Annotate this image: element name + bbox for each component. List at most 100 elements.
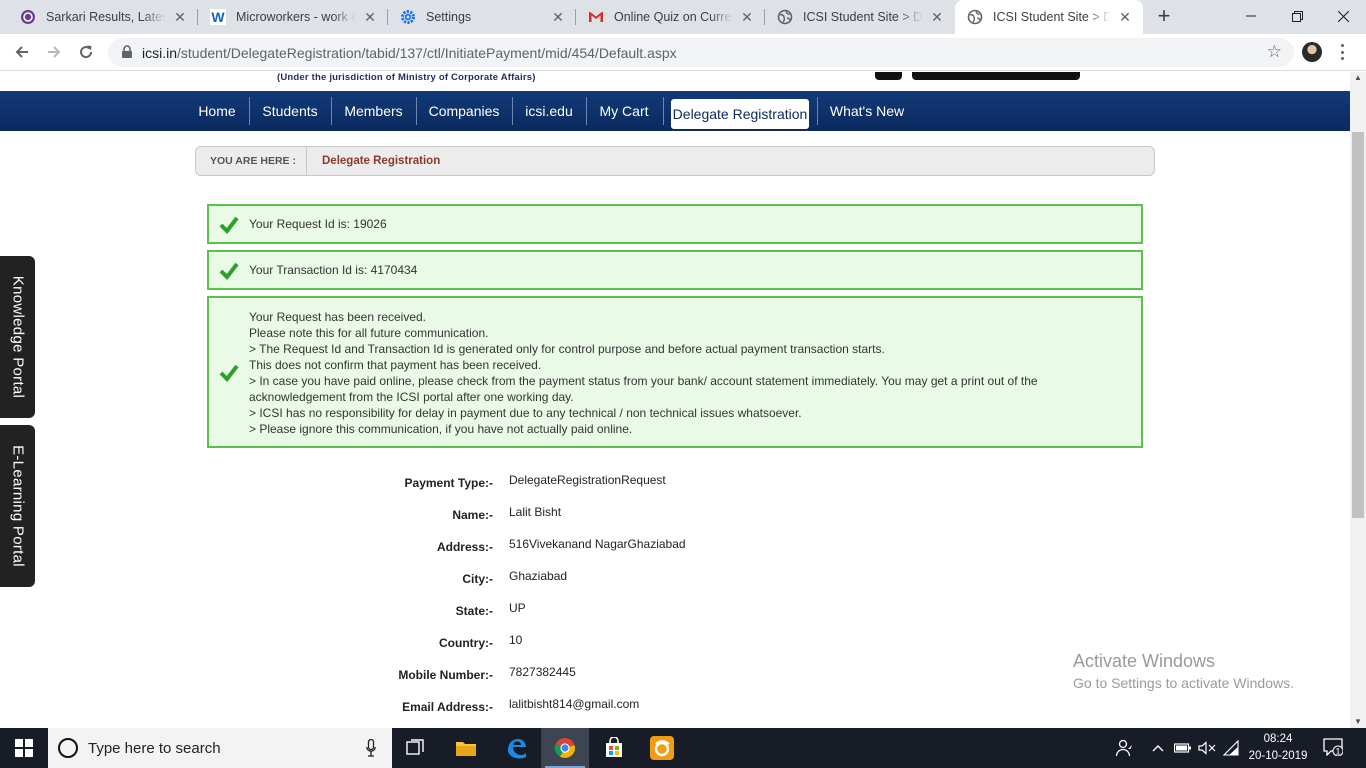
close-tab-icon[interactable]: ✕ <box>1117 9 1133 25</box>
bookmark-star-icon[interactable]: ☆ <box>1267 42 1282 62</box>
detail-label: Name:- <box>452 508 493 522</box>
edge-icon <box>508 739 526 759</box>
request-id-text: Your Request Id is: 19026 <box>249 217 387 231</box>
detail-label: Address:- <box>436 540 493 554</box>
browser-tab-active[interactable]: ICSI Student Site > Delegate Registratio… <box>955 0 1143 34</box>
folder-icon <box>456 742 476 756</box>
breadcrumb-label: YOU ARE HERE : <box>210 155 296 167</box>
battery-charging-icon <box>1174 743 1191 753</box>
close-tab-icon[interactable]: ✕ <box>550 9 566 25</box>
address-bar[interactable]: icsi.in/student/DelegateRegistration/tab… <box>108 38 1294 67</box>
volume-muted-icon <box>1198 741 1216 755</box>
close-tab-icon[interactable]: ✕ <box>739 9 755 25</box>
page-scrollbar[interactable]: ▲ ▼ <box>1350 72 1366 728</box>
nav-whats-new[interactable]: What's New <box>822 91 912 131</box>
uc-app-icon <box>650 736 674 760</box>
new-tab-button[interactable]: + <box>1151 5 1177 29</box>
browser-toolbar: icsi.in/student/DelegateRegistration/tab… <box>0 34 1366 71</box>
volume-button[interactable] <box>1196 728 1218 768</box>
reload-button[interactable] <box>74 40 98 64</box>
notice-lines: Your Request has been received. Please n… <box>249 309 1129 437</box>
nav-delegate-registration[interactable]: Delegate Registration <box>671 99 809 129</box>
notice-line: Your Request has been received. <box>249 310 427 324</box>
forward-button[interactable] <box>42 40 66 64</box>
scrollbar-thumb[interactable] <box>1352 132 1364 518</box>
url-text[interactable]: icsi.in/student/DelegateRegistration/tab… <box>142 45 677 61</box>
back-button[interactable] <box>10 40 34 64</box>
close-tab-icon[interactable]: ✕ <box>362 9 378 25</box>
url-host: icsi.in <box>142 45 178 61</box>
breadcrumb-current[interactable]: Delegate Registration <box>322 155 440 167</box>
nav-divider <box>512 97 513 125</box>
people-button[interactable] <box>1111 728 1137 768</box>
taskbar-clock[interactable]: 08:24 20-10-2019 <box>1248 731 1308 765</box>
battery-button[interactable] <box>1172 728 1194 768</box>
task-view-button[interactable] <box>392 728 440 768</box>
e-learning-portal-tab[interactable]: E-Learning Portal <box>0 425 35 587</box>
file-explorer-button[interactable] <box>442 728 490 768</box>
scroll-down-arrow-icon[interactable]: ▼ <box>1350 716 1366 728</box>
wifi-icon <box>1222 740 1239 756</box>
nav-companies[interactable]: Companies <box>421 91 507 131</box>
notification-count: 1 <box>1335 746 1340 756</box>
microphone-icon[interactable] <box>366 739 376 757</box>
detail-row-payment-type: Payment Type:- DelegateRegistrationReque… <box>0 468 1350 500</box>
clock-time: 08:24 <box>1263 733 1293 745</box>
close-tab-icon[interactable]: ✕ <box>172 9 188 25</box>
app-button[interactable] <box>638 728 686 768</box>
browser-tab[interactable]: Sarkari Results, Latest Online ✕ <box>8 0 198 34</box>
detail-label: State:- <box>455 604 493 618</box>
windows-taskbar: Type here to search 08:24 20-10-2019 1 <box>0 728 1366 768</box>
nav-students[interactable]: Students <box>254 91 326 131</box>
checkmark-icon <box>219 216 239 234</box>
edge-button[interactable] <box>492 728 540 768</box>
detail-label: Country:- <box>439 636 493 650</box>
close-tab-icon[interactable]: ✕ <box>929 9 945 25</box>
chrome-button[interactable] <box>541 728 589 768</box>
scroll-up-arrow-icon[interactable]: ▲ <box>1350 72 1366 84</box>
site-header: (Under the jurisdiction of Ministry of C… <box>0 72 1350 91</box>
close-window-button[interactable] <box>1320 0 1366 32</box>
detail-row-state: State:- UP <box>0 596 1350 628</box>
network-button[interactable] <box>1220 728 1242 768</box>
show-hidden-icons-button[interactable] <box>1148 728 1168 768</box>
browser-tab[interactable]: Settings ✕ <box>388 0 576 34</box>
tab-title: ICSI Student Site > Delegate Registratio… <box>803 10 923 24</box>
nav-divider <box>663 97 664 125</box>
taskbar-search-box[interactable]: Type here to search <box>48 728 392 768</box>
clock-date: 20-10-2019 <box>1248 750 1308 762</box>
screen: Sarkari Results, Latest Online ✕ W Micro… <box>0 0 1366 768</box>
nav-home[interactable]: Home <box>190 91 244 131</box>
detail-label: City:- <box>462 572 493 586</box>
windows-logo-icon <box>15 739 33 757</box>
browser-tab[interactable]: W Microworkers - work & earn ✕ <box>198 0 388 34</box>
detail-label: Mobile Number:- <box>398 668 493 682</box>
browser-tab-strip: Sarkari Results, Latest Online ✕ W Micro… <box>0 0 1366 34</box>
nav-my-cart[interactable]: My Cart <box>591 91 657 131</box>
notice-line: > ICSI has no responsibility for delay i… <box>249 406 802 420</box>
task-view-icon <box>406 739 424 755</box>
nav-icsi-edu[interactable]: icsi.edu <box>517 91 581 131</box>
transaction-id-message: Your Transaction Id is: 4170434 <box>207 250 1143 290</box>
page-viewport: (Under the jurisdiction of Ministry of C… <box>0 72 1350 728</box>
browser-menu-button[interactable] <box>1338 42 1346 62</box>
minimize-button[interactable] <box>1228 0 1274 32</box>
search-placeholder: Type here to search <box>88 740 221 757</box>
start-button[interactable] <box>0 728 48 768</box>
browser-tab[interactable]: Online Quiz on Current Affairs ✕ <box>576 0 765 34</box>
microworkers-icon: W <box>210 9 226 25</box>
profile-avatar[interactable] <box>1302 42 1322 62</box>
knowledge-portal-tab[interactable]: Knowledge Portal <box>0 256 35 418</box>
back-arrow-icon <box>15 46 28 58</box>
browser-tab[interactable]: ICSI Student Site > Delegate Registratio… <box>765 0 955 34</box>
store-bag-icon <box>606 737 622 757</box>
nav-members[interactable]: Members <box>336 91 411 131</box>
action-center-button[interactable]: 1 <box>1323 738 1344 757</box>
header-action-button[interactable] <box>912 72 1080 80</box>
restore-button[interactable] <box>1274 0 1320 32</box>
globe-icon <box>967 9 983 25</box>
tab-title: Online Quiz on Current Affairs <box>614 10 733 24</box>
store-button[interactable] <box>590 728 638 768</box>
notice-line: acknowledgement from the ICSI portal aft… <box>249 390 574 404</box>
header-badge-icon[interactable] <box>875 72 902 80</box>
